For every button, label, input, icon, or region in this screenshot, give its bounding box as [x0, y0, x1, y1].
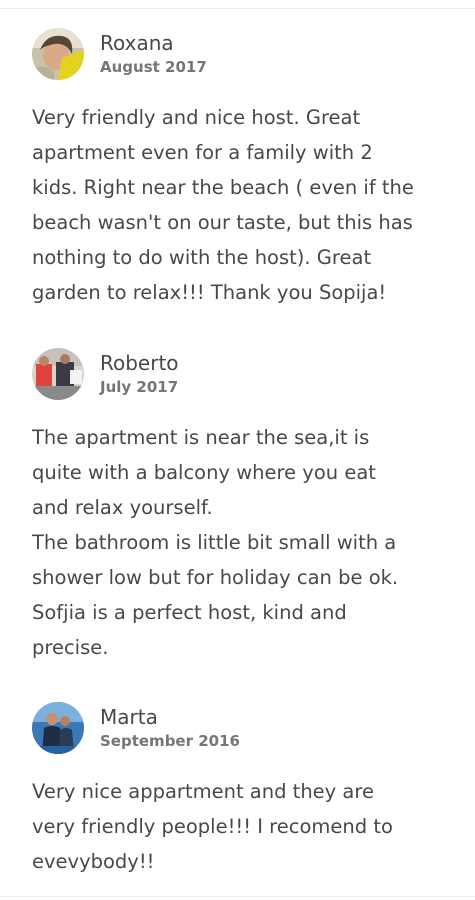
bottom-divider — [0, 896, 475, 897]
avatar[interactable] — [32, 702, 84, 754]
review-header: Marta September 2016 — [32, 702, 457, 754]
review-header: Roberto July 2017 — [32, 348, 457, 400]
review-date: August 2017 — [100, 58, 207, 76]
review-text: Very nice appartment and they are very f… — [32, 780, 393, 873]
review-item: Roberto July 2017 The apartment is near … — [32, 348, 457, 665]
review-date: July 2017 — [100, 378, 179, 396]
avatar[interactable] — [32, 348, 84, 400]
reviewer-name[interactable]: Roxana — [100, 31, 207, 55]
review-meta: Roberto July 2017 — [100, 351, 179, 397]
review-date: September 2016 — [100, 732, 240, 750]
reviewer-name[interactable]: Marta — [100, 705, 240, 729]
avatar[interactable] — [32, 28, 84, 80]
review-item: Roxana August 2017 Very friendly and nic… — [32, 28, 457, 310]
review-text: Very friendly and nice host. Great apart… — [32, 106, 414, 304]
review-header: Roxana August 2017 — [32, 28, 457, 80]
reviewer-name[interactable]: Roberto — [100, 351, 179, 375]
review-text: The apartment is near the sea,it is quit… — [32, 426, 399, 659]
review-meta: Roxana August 2017 — [100, 31, 207, 77]
top-divider — [0, 8, 475, 9]
review-item: Marta September 2016 Very nice appartmen… — [32, 702, 457, 879]
review-meta: Marta September 2016 — [100, 705, 240, 751]
